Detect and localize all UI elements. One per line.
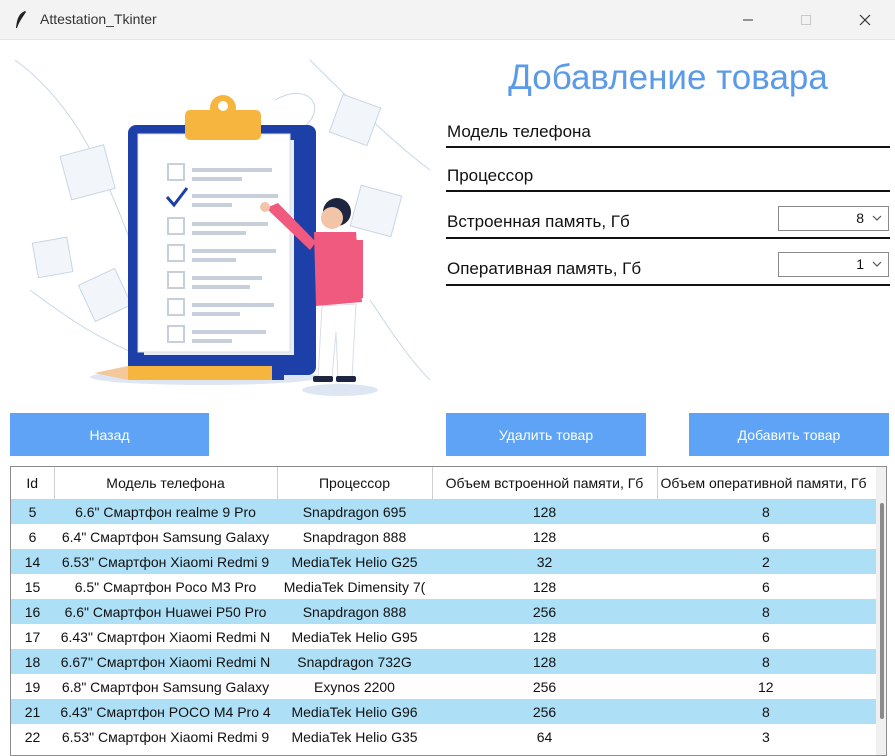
ram-combobox[interactable]: 1	[778, 252, 889, 277]
column-header[interactable]: Id	[11, 467, 55, 500]
delete-item-button[interactable]: Удалить товар	[446, 413, 646, 456]
close-icon	[859, 14, 871, 26]
cell-cpu: MediaTek Helio G95	[277, 624, 432, 649]
cell-cpu: Snapdragon 888	[277, 599, 432, 624]
feather-icon	[16, 11, 26, 28]
cell-ram: 8	[657, 599, 886, 624]
cell-cpu: Snapdragon 695	[277, 499, 432, 524]
storage-label: Встроенная память, Гб	[447, 212, 630, 231]
cell-id: 19	[11, 674, 54, 699]
storage-value: 8	[856, 210, 864, 226]
cell-cpu: MediaTek Helio G35	[277, 724, 432, 749]
maximize-icon	[801, 15, 811, 25]
column-header[interactable]: Процессор	[277, 467, 433, 500]
cell-storage: 64	[432, 724, 657, 749]
cell-ram: 6	[657, 574, 886, 599]
cell-id: 5	[11, 499, 54, 524]
table-row[interactable]: 6 6.4" Смартфон Samsung Galaxy Snapdrago…	[11, 524, 886, 549]
cell-storage: 256	[432, 699, 657, 724]
cell-ram: 8	[657, 699, 886, 724]
ram-value: 1	[856, 256, 864, 272]
cell-model: 6.53" Смартфон Xiaomi Redmi 9	[54, 549, 277, 574]
cpu-label: Процессор	[447, 166, 534, 185]
cell-ram: 6	[657, 524, 886, 549]
cell-cpu: Snapdragon 732G	[277, 649, 432, 674]
model-label: Модель телефона	[447, 122, 591, 141]
cell-id: 14	[11, 549, 54, 574]
cell-ram: 2	[657, 549, 886, 574]
table-row[interactable]: 22 6.53" Смартфон Xiaomi Redmi 9 MediaTe…	[11, 724, 886, 749]
table-scrollbar[interactable]	[876, 467, 886, 755]
minimize-button[interactable]	[725, 0, 771, 40]
cell-ram: 3	[657, 724, 886, 749]
close-button[interactable]	[842, 0, 888, 40]
chevron-down-icon[interactable]	[871, 258, 883, 270]
add-item-button[interactable]: Добавить товар	[689, 413, 889, 456]
storage-combobox[interactable]: 8	[778, 206, 889, 231]
cell-cpu: Snapdragon 888	[277, 524, 432, 549]
products-table[interactable]: Id Модель телефона Процессор Объем встро…	[10, 466, 887, 756]
clipboard-illustration	[14, 59, 431, 396]
cell-model: 6.43" Смартфон Xiaomi Redmi N	[54, 624, 277, 649]
cell-id: 21	[11, 699, 54, 724]
table-row[interactable]: 19 6.8" Смартфон Samsung Galaxy Exynos 2…	[11, 674, 886, 699]
cell-storage: 256	[432, 599, 657, 624]
cell-storage: 128	[432, 624, 657, 649]
table-row[interactable]: 5 6.6" Смартфон realme 9 Pro Snapdragon …	[11, 499, 886, 524]
ram-label: Оперативная память, Гб	[447, 259, 642, 278]
title-bar: Attestation_Tkinter	[0, 0, 895, 40]
table-row[interactable]: 14 6.53" Смартфон Xiaomi Redmi 9 MediaTe…	[11, 549, 886, 574]
cell-ram: 8	[657, 499, 886, 524]
cell-cpu: Exynos 2200	[277, 674, 432, 699]
back-button[interactable]: Назад	[10, 413, 209, 456]
cell-id: 6	[11, 524, 54, 549]
cell-model: 6.67" Смартфон Xiaomi Redmi N	[54, 649, 277, 674]
minimize-icon	[743, 19, 753, 21]
column-header[interactable]: Объем оперативной памяти, Гб	[657, 467, 886, 500]
window-title: Attestation_Tkinter	[40, 11, 157, 27]
form-title: Добавление товара	[508, 58, 828, 97]
table-header: Id Модель телефона Процессор Объем встро…	[11, 467, 886, 500]
cell-ram: 12	[657, 674, 886, 699]
cell-model: 6.5" Смартфон Poco M3 Pro	[54, 574, 277, 599]
cell-model: 6.8" Смартфон Samsung Galaxy	[54, 674, 277, 699]
cell-storage: 128	[432, 574, 657, 599]
cell-model: 6.4" Смартфон Samsung Galaxy	[54, 524, 277, 549]
cell-id: 17	[11, 624, 54, 649]
cell-model: 6.6" Смартфон realme 9 Pro	[54, 499, 277, 524]
cpu-field[interactable]: Процессор	[446, 162, 890, 192]
cell-model: 6.53" Смартфон Xiaomi Redmi 9	[54, 724, 277, 749]
cell-cpu: MediaTek Dimensity 7(	[277, 574, 432, 599]
scrollbar-thumb[interactable]	[880, 503, 884, 719]
cell-model: 6.43" Смартфон POCO M4 Pro 4	[54, 699, 277, 724]
cell-id: 16	[11, 599, 54, 624]
column-header[interactable]: Объем встроенной памяти, Гб	[432, 467, 658, 500]
cell-storage: 128	[432, 649, 657, 674]
cell-storage: 32	[432, 549, 657, 574]
cell-cpu: MediaTek Helio G96	[277, 699, 432, 724]
cell-storage: 256	[432, 674, 657, 699]
cell-cpu: MediaTek Helio G25	[277, 549, 432, 574]
table-row[interactable]: 21 6.43" Смартфон POCO M4 Pro 4 MediaTek…	[11, 699, 886, 724]
chevron-down-icon[interactable]	[871, 212, 883, 224]
table-row[interactable]: 15 6.5" Смартфон Poco M3 Pro MediaTek Di…	[11, 574, 886, 599]
column-header[interactable]: Модель телефона	[54, 467, 278, 500]
cell-storage: 128	[432, 524, 657, 549]
cell-ram: 8	[657, 649, 886, 674]
maximize-button[interactable]	[783, 0, 829, 40]
table-row[interactable]: 18 6.67" Смартфон Xiaomi Redmi N Snapdra…	[11, 649, 886, 674]
model-field[interactable]: Модель телефона	[446, 118, 890, 148]
cell-id: 15	[11, 574, 54, 599]
table-row[interactable]: 16 6.6" Смартфон Huawei P50 Pro Snapdrag…	[11, 599, 886, 624]
cell-storage: 128	[432, 499, 657, 524]
cell-ram: 6	[657, 624, 886, 649]
cell-id: 18	[11, 649, 54, 674]
cell-model: 6.6" Смартфон Huawei P50 Pro	[54, 599, 277, 624]
cell-id: 22	[11, 724, 54, 749]
table-row[interactable]: 17 6.43" Смартфон Xiaomi Redmi N MediaTe…	[11, 624, 886, 649]
